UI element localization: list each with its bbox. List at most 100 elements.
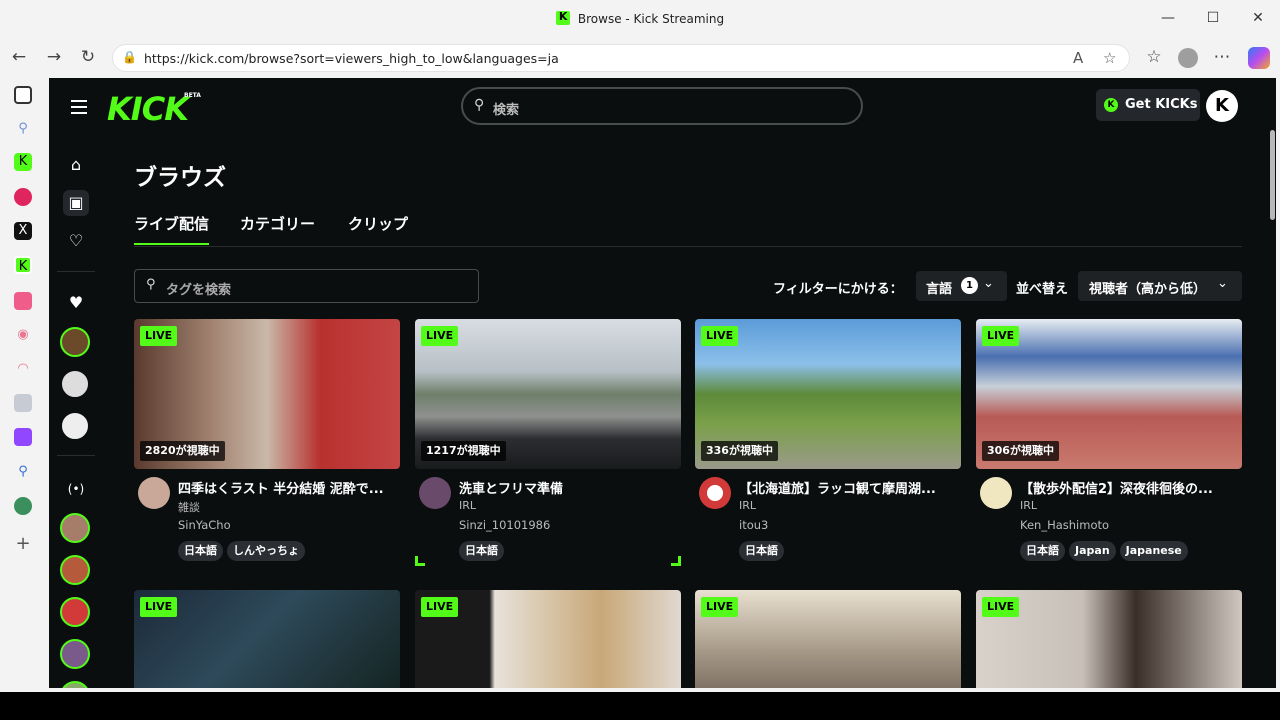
recommended-channel-avatar[interactable]: [60, 597, 90, 627]
tab-live[interactable]: ライブ配信: [134, 213, 210, 245]
followed-channel-avatar[interactable]: [60, 369, 90, 399]
profile-avatar[interactable]: [1178, 48, 1198, 68]
followed-heart-icon: ♥: [68, 293, 84, 312]
stream-thumbnail[interactable]: LIVE: [134, 590, 400, 688]
copilot-icon[interactable]: [1248, 47, 1270, 69]
refresh-icon[interactable]: ↻: [77, 46, 99, 68]
stream-thumbnail[interactable]: LIVE 2820が視聴中: [134, 319, 400, 469]
stream-title[interactable]: 【散歩外配信2】深夜徘徊後の...: [1020, 478, 1238, 497]
sidebar-divider: [57, 271, 95, 272]
add-tab-icon[interactable]: +: [14, 535, 32, 553]
tag-chip[interactable]: 日本語: [459, 541, 504, 561]
channel-name[interactable]: itou3: [739, 518, 768, 532]
tag-search-input[interactable]: ⚲ タグを検索: [134, 269, 479, 303]
kick-active-tab-icon[interactable]: K: [14, 256, 32, 274]
minimize-button[interactable]: —: [1158, 10, 1178, 26]
live-badge: LIVE: [140, 326, 178, 346]
stream-category[interactable]: 雑談: [178, 499, 200, 515]
hamburger-menu-icon[interactable]: [71, 100, 87, 114]
channel-avatar[interactable]: [699, 477, 731, 509]
stream-tags: 日本語 しんやっちょ: [178, 539, 309, 561]
sort-dropdown[interactable]: 視聴者（高から低） ⌄: [1078, 271, 1242, 301]
home-icon[interactable]: ⌂: [63, 152, 89, 178]
x-tab-icon[interactable]: X: [14, 222, 32, 240]
stream-tags: 日本語: [459, 539, 508, 561]
channel-name[interactable]: Ken_Hashimoto: [1020, 518, 1109, 532]
tag-chip[interactable]: Japanese: [1119, 541, 1188, 561]
stream-thumbnail[interactable]: LIVE: [695, 590, 961, 688]
page-scrollbar[interactable]: [1270, 130, 1275, 220]
live-badge: LIVE: [140, 597, 178, 617]
read-aloud-icon[interactable]: A: [1073, 49, 1083, 67]
stream-title[interactable]: 【北海道旅】ラッコ観て摩周湖...: [739, 478, 957, 497]
app-tab-icon[interactable]: [14, 188, 32, 206]
tag-chip[interactable]: 日本語: [1020, 541, 1065, 561]
live-badge: LIVE: [982, 597, 1020, 617]
channel-avatar[interactable]: [138, 477, 170, 509]
forward-arrow-icon[interactable]: →: [43, 46, 65, 68]
browser-window: Browse - Kick Streaming — ☐ ✕ ← → ↻ 🔒 ht…: [0, 0, 1280, 692]
tag-chip[interactable]: 日本語: [178, 541, 223, 561]
channel-name[interactable]: Sinzi_10101986: [459, 518, 550, 532]
language-filter-button[interactable]: 言語 1 ⌄: [916, 271, 1007, 301]
following-heart-icon[interactable]: ♡: [63, 228, 89, 254]
stream-thumbnail[interactable]: LIVE 306が視聴中: [976, 319, 1242, 469]
stream-thumbnail[interactable]: LIVE: [976, 590, 1242, 688]
hover-corner: [415, 556, 425, 566]
followed-channel-avatar[interactable]: [60, 327, 90, 357]
channel-avatar[interactable]: [980, 477, 1012, 509]
sidebar-divider: [57, 455, 95, 456]
maximize-button[interactable]: ☐: [1203, 10, 1223, 26]
search-icon[interactable]: ⚲: [14, 120, 32, 138]
channel-avatar[interactable]: [419, 477, 451, 509]
address-bar[interactable]: 🔒 https://kick.com/browse?sort=viewers_h…: [112, 44, 1130, 72]
tab-actions-icon[interactable]: [14, 86, 32, 104]
viewer-count: 1217が視聴中: [421, 441, 506, 461]
video-tab-icon[interactable]: [14, 292, 32, 310]
search-icon: ⚲: [146, 277, 156, 292]
live-badge: LIVE: [701, 326, 739, 346]
search-tab-icon[interactable]: ⚲: [14, 463, 32, 481]
sort-value: 視聴者（高から低）: [1089, 282, 1207, 297]
tag-chip[interactable]: Japan: [1069, 541, 1116, 561]
tag-chip[interactable]: 日本語: [739, 541, 784, 561]
tab-clips[interactable]: クリップ: [348, 213, 408, 234]
favorites-icon[interactable]: ☆: [1143, 46, 1165, 68]
location-tab-icon[interactable]: ◉: [14, 326, 32, 344]
recommended-channel-avatar[interactable]: [60, 555, 90, 585]
recommended-channel-avatar[interactable]: [60, 681, 90, 688]
more-menu-icon[interactable]: ⋯: [1211, 46, 1233, 68]
language-count-badge: 1: [961, 277, 978, 294]
lock-icon: 🔒: [122, 50, 137, 64]
recommended-channel-avatar[interactable]: [60, 513, 90, 543]
page-title: ブラウズ: [134, 165, 226, 191]
chevron-down-icon: ⌄: [1217, 276, 1228, 291]
recommended-channel-avatar[interactable]: [60, 639, 90, 669]
live-badge: LIVE: [701, 597, 739, 617]
image-tab-icon[interactable]: [14, 394, 32, 412]
tag-chip[interactable]: しんやっちょ: [227, 541, 305, 561]
sort-label: 並べ替え: [1016, 282, 1069, 297]
stream-title[interactable]: 四季はくラスト 半分結婚 泥酔で...: [178, 478, 396, 497]
stream-thumbnail[interactable]: LIVE 1217が視聴中: [415, 319, 681, 469]
twitch-tab-icon[interactable]: [14, 428, 32, 446]
gauge-tab-icon[interactable]: ◠: [14, 360, 32, 378]
stream-category[interactable]: IRL: [459, 499, 476, 512]
stream-thumbnail[interactable]: LIVE 336が視聴中: [695, 319, 961, 469]
url-text[interactable]: https://kick.com/browse?sort=viewers_hig…: [144, 51, 559, 66]
browse-tabs: ライブ配信 カテゴリー クリップ: [134, 211, 1242, 247]
tab-categories[interactable]: カテゴリー: [240, 213, 315, 234]
stream-title[interactable]: 洗車とフリマ準備: [459, 478, 677, 497]
viewer-count: 2820が視聴中: [140, 441, 225, 461]
back-arrow-icon[interactable]: ←: [8, 46, 30, 68]
kick-tab-icon[interactable]: K: [14, 153, 32, 171]
stream-category[interactable]: IRL: [739, 499, 756, 512]
favorite-star-icon[interactable]: ☆: [1103, 49, 1116, 67]
close-button[interactable]: ✕: [1248, 10, 1268, 26]
followed-channel-avatar[interactable]: [60, 411, 90, 441]
stream-thumbnail[interactable]: LIVE: [415, 590, 681, 688]
channel-name[interactable]: SinYaCho: [178, 518, 231, 532]
globe-tab-icon[interactable]: [14, 497, 32, 515]
browse-icon[interactable]: ▣: [63, 190, 89, 216]
stream-category[interactable]: IRL: [1020, 499, 1037, 512]
